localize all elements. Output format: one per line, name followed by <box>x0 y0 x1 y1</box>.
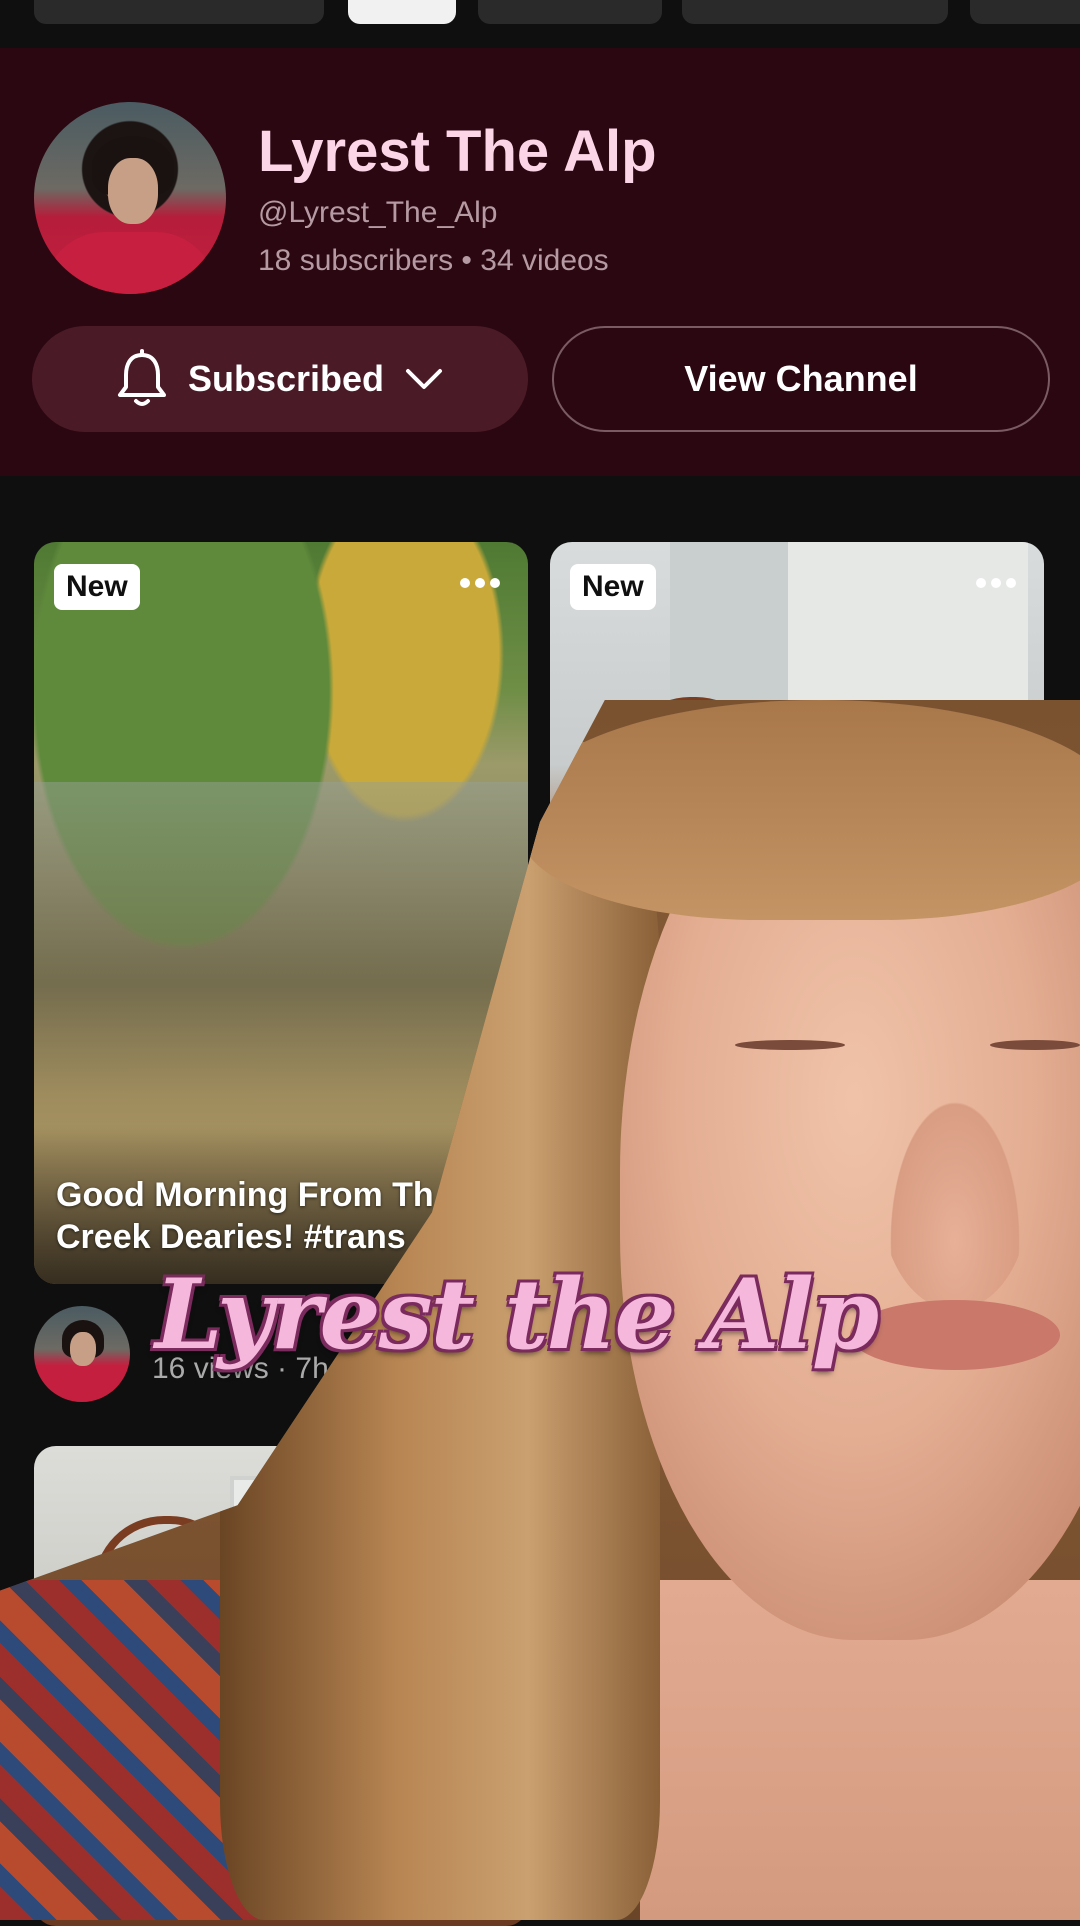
channel-name: Lyrest The Alp <box>258 119 657 184</box>
view-channel-button[interactable]: View Channel <box>552 326 1050 432</box>
channel-header: Lyrest The Alp @Lyrest_The_Alp 18 subscr… <box>0 48 1080 476</box>
bell-icon <box>117 349 166 406</box>
video-channel-avatar[interactable] <box>34 1306 130 1402</box>
filter-chip[interactable] <box>34 0 324 24</box>
filter-chip-bar <box>0 0 1080 48</box>
filter-chip[interactable] <box>682 0 948 24</box>
more-horizontal-icon[interactable] <box>976 568 1026 598</box>
filter-chip-active[interactable] <box>348 0 456 24</box>
overlay-caption: Lyrest the Alp <box>155 1258 879 1371</box>
view-channel-label: View Channel <box>684 358 918 399</box>
channel-stats: 18 subscribers • 34 videos <box>258 244 609 277</box>
channel-handle: @Lyrest_The_Alp <box>258 196 498 229</box>
new-badge: New <box>570 564 656 610</box>
chevron-down-icon <box>406 369 443 389</box>
subscribed-button[interactable]: Subscribed <box>32 326 528 432</box>
filter-chip[interactable] <box>970 0 1080 24</box>
subscribed-label: Subscribed <box>187 358 385 399</box>
filter-chip[interactable] <box>478 0 662 24</box>
new-badge: New <box>54 564 140 610</box>
channel-avatar[interactable] <box>34 102 226 294</box>
more-horizontal-icon[interactable] <box>460 568 510 598</box>
